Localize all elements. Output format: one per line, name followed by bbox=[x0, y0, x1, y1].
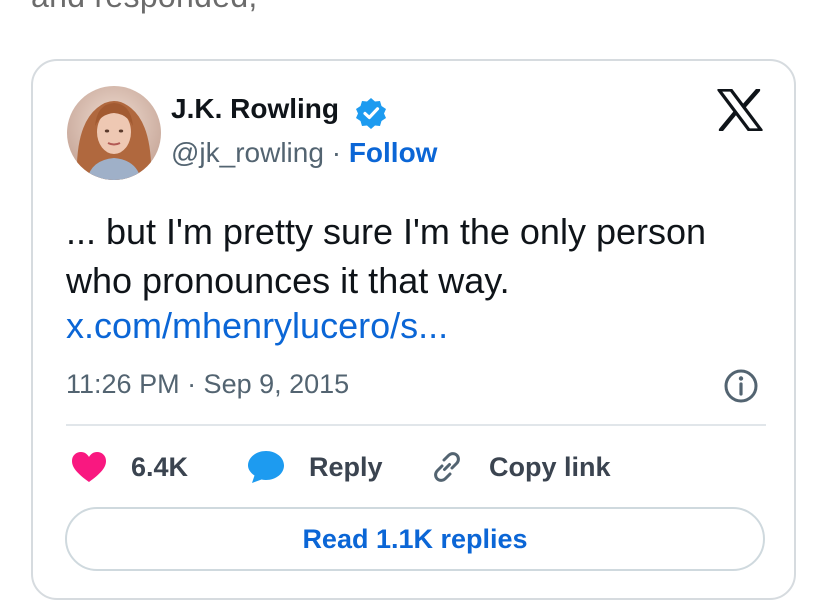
info-icon[interactable] bbox=[723, 368, 759, 404]
read-replies-label: Read 1.1K replies bbox=[302, 523, 528, 554]
author-handle-line: @jk_rowling · Follow bbox=[171, 137, 437, 169]
divider bbox=[66, 424, 766, 426]
reply-label: Reply bbox=[309, 451, 383, 482]
follow-button[interactable]: Follow bbox=[349, 137, 438, 168]
avatar[interactable] bbox=[67, 86, 161, 180]
copy-link-label: Copy link bbox=[489, 451, 611, 482]
x-logo-icon[interactable] bbox=[717, 89, 763, 131]
context-text: and responded, bbox=[31, 0, 258, 15]
likes-count: 6.4K bbox=[131, 451, 189, 482]
author-handle[interactable]: @jk_rowling bbox=[171, 137, 324, 168]
embedded-tweet-card: J.K. Rowling @jk_rowling · Follow ... bu… bbox=[31, 59, 796, 600]
tweet-link[interactable]: x.com/mhenrylucero/s... bbox=[66, 305, 448, 347]
read-replies-button[interactable]: Read 1.1K replies bbox=[65, 507, 765, 571]
tweet-text: ... but I'm pretty sure I'm the only per… bbox=[66, 211, 707, 301]
speech-bubble-icon bbox=[248, 451, 284, 483]
heart-icon bbox=[72, 452, 106, 482]
tweet-timestamp[interactable]: 11:26 PM · Sep 9, 2015 bbox=[66, 369, 349, 400]
like-button[interactable]: 6.4K bbox=[71, 445, 188, 489]
copy-link-button[interactable]: Copy link bbox=[429, 445, 611, 489]
verified-badge-icon bbox=[356, 98, 386, 129]
separator-dot: · bbox=[331, 137, 342, 168]
reply-button[interactable]: Reply bbox=[247, 445, 383, 489]
link-icon bbox=[434, 452, 460, 482]
author-name[interactable]: J.K. Rowling bbox=[171, 93, 339, 125]
